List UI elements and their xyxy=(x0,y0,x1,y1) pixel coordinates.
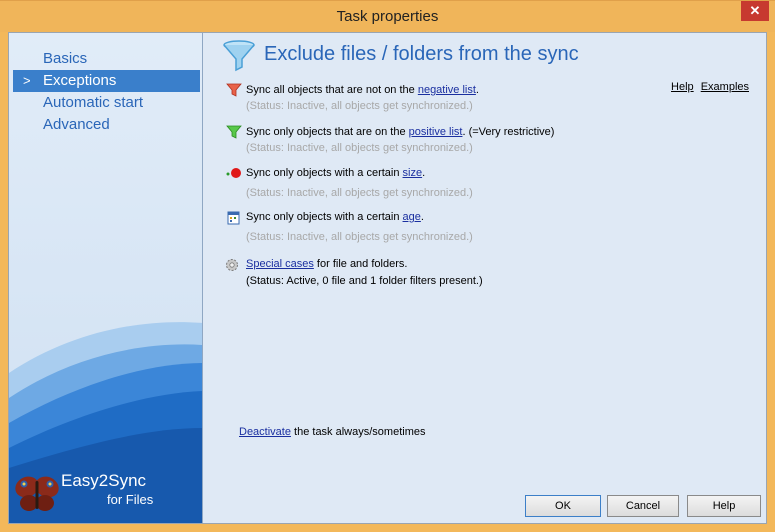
rule-text: Sync all objects that are not on the xyxy=(246,84,418,96)
butterfly-icon xyxy=(15,476,59,511)
rule-text-suffix: for file and folders. xyxy=(313,258,408,270)
logo-subtitle: for Files xyxy=(107,492,154,507)
title-bar: Task properties ✕ xyxy=(0,0,775,32)
task-properties-window: Basics > Exceptions Automatic start Adva… xyxy=(8,32,767,524)
rule-status: (Status: Active, 0 file and 1 folder fil… xyxy=(246,275,483,287)
page-title: Exclude files / folders from the sync xyxy=(264,43,579,65)
rule-status: (Status: Inactive, all objects get synch… xyxy=(246,142,473,154)
calendar-icon xyxy=(227,211,240,225)
special-cases-link[interactable]: Special cases xyxy=(246,258,314,270)
sidebar-item-basics[interactable]: Basics xyxy=(9,48,202,70)
sidebar: Basics > Exceptions Automatic start Adva… xyxy=(9,33,203,523)
red-funnel-icon xyxy=(226,83,242,97)
active-marker: > xyxy=(23,73,31,88)
help-links: Help Examples xyxy=(667,81,749,93)
ok-button[interactable]: OK xyxy=(525,495,601,517)
age-link[interactable]: age xyxy=(403,211,421,223)
rule-positive-list: Sync only objects that are on the positi… xyxy=(226,125,555,155)
rule-text: Sync only objects with a certain xyxy=(246,211,403,223)
rule-size: Sync only objects with a certain size. (… xyxy=(226,166,473,200)
rule-text-suffix: . xyxy=(422,167,426,179)
deactivate-link[interactable]: Deactivate xyxy=(239,426,291,438)
help-link[interactable]: Help xyxy=(671,81,694,93)
rule-text-suffix: . xyxy=(420,211,424,223)
size-link[interactable]: size xyxy=(403,167,423,179)
negative-list-link[interactable]: negative list xyxy=(418,84,476,96)
rule-text-suffix: . xyxy=(475,84,479,96)
funnel-icon xyxy=(223,40,255,72)
size-dots-icon xyxy=(226,168,241,178)
close-button[interactable]: ✕ xyxy=(741,1,769,21)
positive-list-link[interactable]: positive list xyxy=(409,126,463,138)
deactivate-text: the task always/sometimes xyxy=(290,426,426,438)
main-panel: Exclude files / folders from the sync He… xyxy=(204,33,766,523)
deactivate-row: Deactivate the task always/sometimes xyxy=(239,426,425,438)
sidebar-item-exceptions[interactable]: > Exceptions xyxy=(13,70,200,92)
window-title: Task properties xyxy=(336,8,439,25)
sidebar-item-automatic-start[interactable]: Automatic start xyxy=(9,92,202,114)
rule-status: (Status: Inactive, all objects get synch… xyxy=(246,100,473,112)
rule-text-suffix: . (=Very restrictive) xyxy=(462,126,555,138)
rule-negative-list: Sync all objects that are not on the neg… xyxy=(226,83,479,113)
sidebar-item-label: Exceptions xyxy=(43,72,117,89)
rule-age: Sync only objects with a certain age. (S… xyxy=(227,210,473,244)
examples-link[interactable]: Examples xyxy=(701,81,749,93)
rule-status: (Status: Inactive, all objects get synch… xyxy=(246,231,473,243)
logo-name: Easy2Sync xyxy=(61,471,147,490)
cancel-button[interactable]: Cancel xyxy=(607,495,679,517)
rule-special-cases: Special cases for file and folders. (Sta… xyxy=(226,257,483,288)
sidebar-item-label: Advanced xyxy=(43,116,110,133)
sidebar-item-advanced[interactable]: Advanced xyxy=(9,114,202,136)
sidebar-nav: Basics > Exceptions Automatic start Adva… xyxy=(9,48,202,136)
green-funnel-icon xyxy=(226,125,242,139)
help-button[interactable]: Help xyxy=(687,495,761,517)
sidebar-item-label: Basics xyxy=(43,50,88,67)
app-logo: Easy2Sync for Files xyxy=(9,465,202,521)
gear-icon xyxy=(226,259,238,271)
sidebar-item-label: Automatic start xyxy=(43,94,144,111)
rule-text: Sync only objects with a certain xyxy=(246,167,403,179)
rule-text: Sync only objects that are on the xyxy=(246,126,409,138)
rule-status: (Status: Inactive, all objects get synch… xyxy=(246,187,473,199)
